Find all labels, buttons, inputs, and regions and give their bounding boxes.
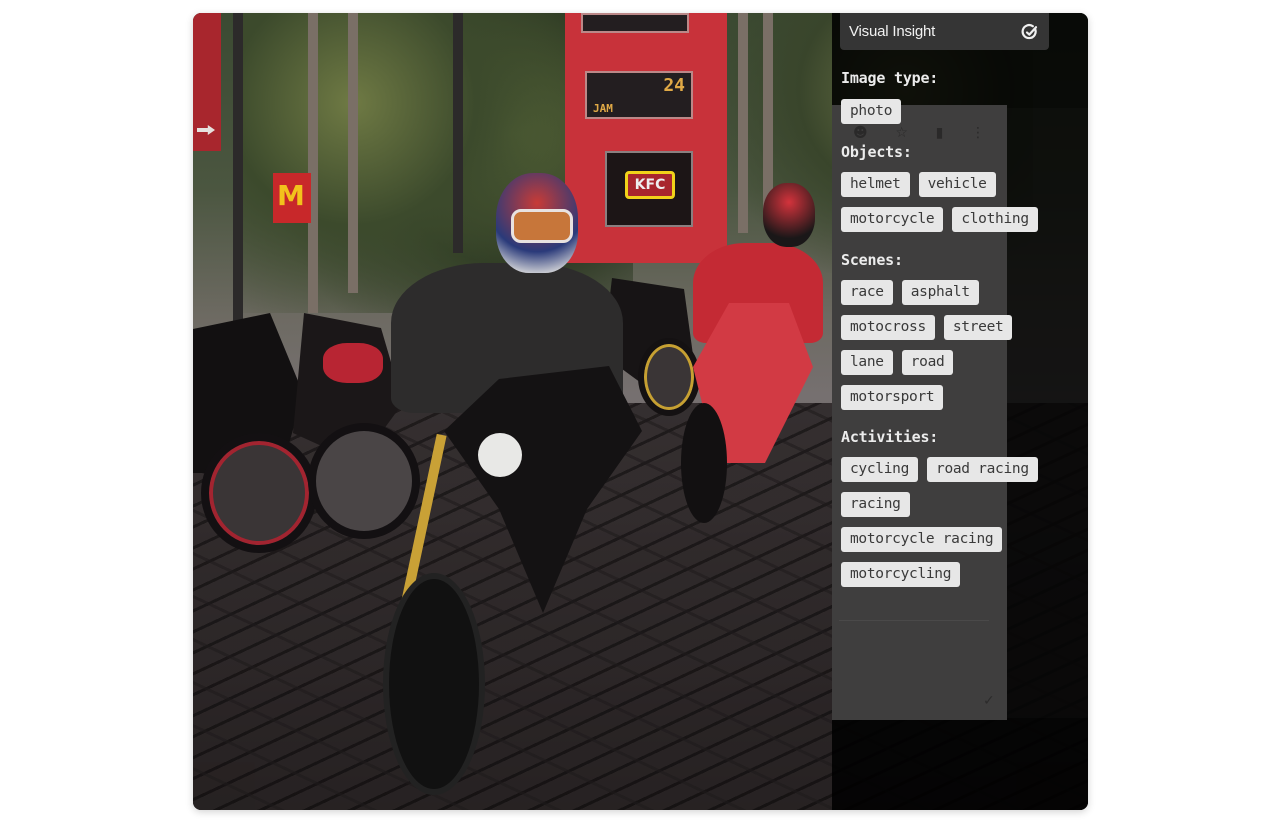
kfc-logo: KFC xyxy=(625,171,675,199)
tag[interactable]: motorcycle xyxy=(841,207,944,232)
tag[interactable]: motocross xyxy=(841,315,935,340)
arrow-icon xyxy=(197,125,215,135)
hours-label: JAM xyxy=(593,102,613,115)
tag-list: photo xyxy=(841,99,1061,124)
front-wheel xyxy=(383,573,485,795)
top-display xyxy=(581,13,689,33)
street-sign xyxy=(193,13,221,151)
pole xyxy=(738,13,748,233)
edit-check-icon-svg xyxy=(1021,23,1038,39)
tag[interactable]: lane xyxy=(841,350,893,375)
tag[interactable]: street xyxy=(943,315,1013,340)
pole xyxy=(233,13,243,333)
tag[interactable]: motorcycling xyxy=(841,562,961,587)
mcdonalds-logo: M xyxy=(277,179,305,212)
tag[interactable]: racing xyxy=(841,492,910,517)
tag-list: cycling road racing racing motorcycle ra… xyxy=(841,457,1061,587)
kfc-sign-tower: 24 JAM KFC xyxy=(565,13,727,263)
hours-display: 24 JAM xyxy=(585,71,693,119)
section-label: Image type: xyxy=(841,69,939,87)
tag[interactable]: motorsport xyxy=(841,385,944,410)
wheel xyxy=(201,433,317,553)
section-image-type: Image type: photo xyxy=(841,68,1061,124)
tag[interactable]: helmet xyxy=(841,172,910,197)
helmet xyxy=(763,183,815,247)
panel-header: Visual Insight xyxy=(840,13,1049,50)
tag[interactable]: motorcycle racing xyxy=(841,527,1003,552)
tag[interactable]: vehicle xyxy=(918,172,996,197)
headlight xyxy=(478,433,522,477)
tag[interactable]: road xyxy=(901,350,954,375)
mcdonalds-sign: M xyxy=(273,173,311,223)
tag-list: race asphalt motocross street lane road … xyxy=(841,280,1061,410)
section-label: Activities: xyxy=(841,428,939,446)
wheel xyxy=(638,338,700,416)
pole xyxy=(763,13,773,213)
image-card: M 24 JAM KFC ☻ ☆ ▮ ⋮ ✓ Visual Insight Im… xyxy=(193,13,1088,810)
tag[interactable]: road racing xyxy=(927,457,1038,482)
tag-list: helmet vehicle motorcycle clothing xyxy=(841,172,1061,232)
tag[interactable]: cycling xyxy=(841,457,919,482)
pole xyxy=(308,13,318,313)
section-scenes: Scenes: race asphalt motocross street la… xyxy=(841,250,1061,410)
fairing xyxy=(323,343,383,383)
tag[interactable]: race xyxy=(841,280,893,305)
wheel xyxy=(308,423,420,539)
wheel xyxy=(681,403,727,523)
tag[interactable]: photo xyxy=(841,99,902,124)
pole xyxy=(348,13,358,293)
section-activities: Activities: cycling road racing racing m… xyxy=(841,427,1061,587)
pole xyxy=(453,13,463,253)
section-label: Scenes: xyxy=(841,251,903,269)
kfc-display: KFC xyxy=(605,151,693,227)
section-objects: Objects: helmet vehicle motorcycle cloth… xyxy=(841,142,1061,232)
section-label: Objects: xyxy=(841,143,912,161)
hours-number: 24 xyxy=(663,75,685,96)
tag[interactable]: asphalt xyxy=(901,280,979,305)
tag[interactable]: clothing xyxy=(952,207,1038,232)
visual-insight-panel: Visual Insight Image type: photo Objects… xyxy=(832,13,1088,810)
panel-title: Visual Insight xyxy=(849,23,936,40)
goggles xyxy=(511,209,573,243)
edit-check-icon[interactable] xyxy=(1021,23,1039,41)
